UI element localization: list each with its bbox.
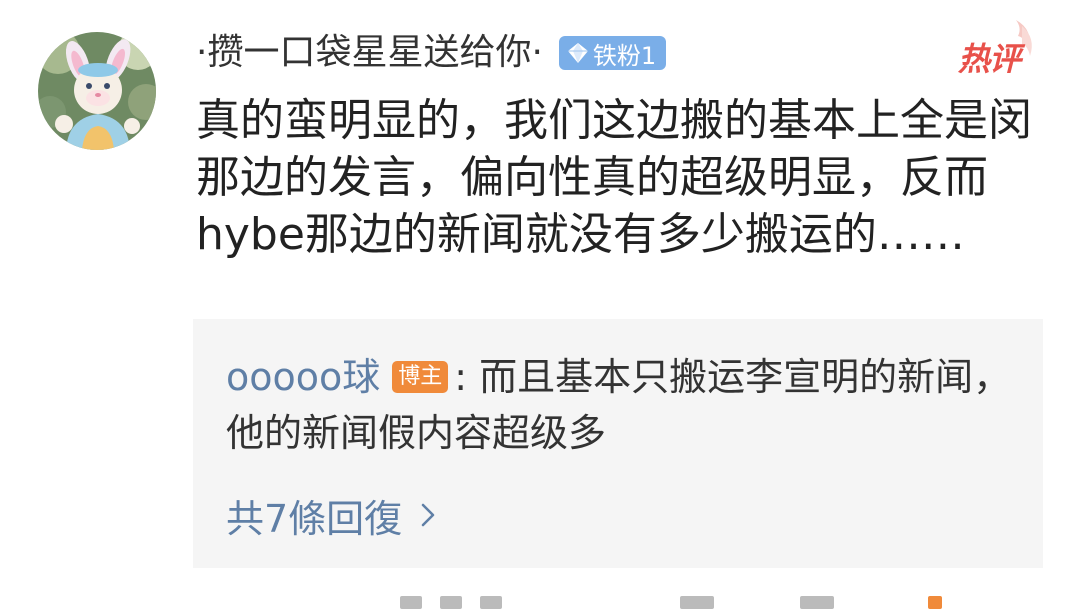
host-badge: 博主 bbox=[392, 361, 449, 393]
next-row-fragment bbox=[0, 596, 1080, 609]
chevron-right-icon bbox=[421, 503, 435, 527]
fragment bbox=[440, 596, 462, 609]
comment-icon bbox=[800, 596, 834, 609]
diamond-icon bbox=[567, 43, 588, 63]
reply-item: ooooo球 博主: 而且基本只搬运李宣明的新闻，他的新闻假内容超级多 bbox=[226, 349, 1016, 461]
view-all-replies-link[interactable]: 共7條回復 bbox=[226, 487, 436, 543]
comment-text: 真的蛮明显的，我们这边搬的基本上全是闵那边的发言，偏向性真的超级明显，反而hyb… bbox=[196, 95, 1032, 260]
comment-username[interactable]: ·攒一口袋星星送给你· bbox=[196, 30, 543, 76]
comment-header: ·攒一口袋星星送给你· 铁粉1 bbox=[196, 30, 667, 76]
reply-count-label: 共7條回復 bbox=[226, 496, 403, 541]
like-icon bbox=[928, 596, 942, 609]
hot-comment-label: 热评 bbox=[958, 40, 1021, 78]
reply-separator: : bbox=[454, 355, 468, 399]
fan-badge-label: 铁粉1 bbox=[592, 41, 657, 70]
fragment bbox=[400, 596, 422, 609]
reply-preview[interactable]: ooooo球 博主: 而且基本只搬运李宣明的新闻，他的新闻假内容超级多 共7條回復 bbox=[193, 319, 1043, 568]
fan-badge[interactable]: 铁粉1 bbox=[558, 36, 667, 70]
hot-comment-tag: 热评 bbox=[956, 16, 1038, 78]
avatar[interactable] bbox=[38, 32, 156, 150]
reply-username[interactable]: ooooo球 bbox=[226, 355, 380, 399]
fragment bbox=[480, 596, 502, 609]
share-icon bbox=[680, 596, 714, 609]
